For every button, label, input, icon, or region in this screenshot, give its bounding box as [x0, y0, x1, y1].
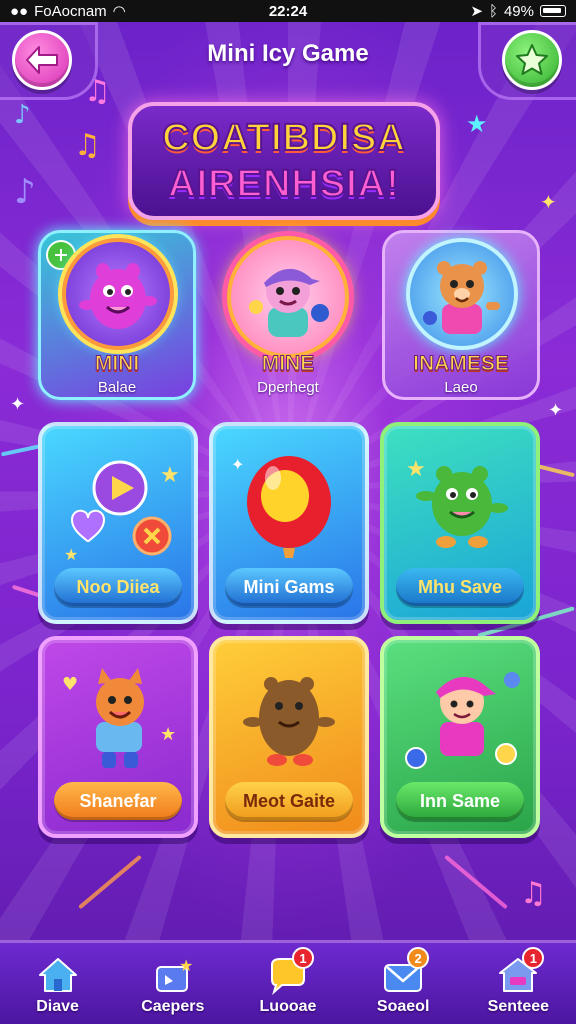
svg-text:★: ★	[406, 457, 426, 482]
balloon-icon: ✦	[231, 455, 331, 558]
character-subtitle: Dperhegt	[257, 379, 319, 396]
carrier-name: FoAocnam	[34, 2, 107, 20]
sparkle-icon: ★	[466, 110, 488, 138]
page-title: Mini Icy Game	[207, 40, 369, 67]
game-tile-label: Shanefar	[54, 782, 182, 820]
nav-item-caepers[interactable]: ★ Caepers	[118, 955, 228, 1016]
nav-item-senteee[interactable]: 1 Senteee	[463, 947, 573, 1016]
nav-label: Senteee	[487, 998, 550, 1015]
game-tile-mini-gams[interactable]: ✦ Mini Gams	[209, 422, 369, 624]
pink-monster-icon	[79, 263, 157, 329]
game-tile-mhu-save[interactable]: ★ Mhu Save	[380, 422, 540, 624]
mail-icon: 2	[381, 947, 430, 995]
nav-item-luooae[interactable]: 1 Luooae	[233, 947, 343, 1016]
music-note-icon: ♫	[84, 74, 111, 109]
wifi-icon: ◠	[112, 3, 126, 20]
game-tile-label: Mini Gams	[225, 568, 353, 606]
home-icon	[36, 955, 80, 995]
girl-with-hat-icon	[405, 672, 520, 769]
battery-percent: 49%	[503, 2, 534, 20]
nav-label: Soaeol	[376, 998, 430, 1015]
svg-text:★: ★	[160, 724, 176, 745]
character-name: MINI	[94, 352, 140, 376]
nav-label: Luooae	[259, 998, 317, 1015]
play-bubbles-icon: ★ ★	[64, 460, 180, 564]
gift-icon: ★	[151, 955, 195, 995]
bluetooth-icon: ᛒ	[488, 2, 498, 20]
notification-badge: 2	[407, 947, 430, 969]
game-tile-shanefar[interactable]: ♥ ★ Shanefar	[38, 636, 198, 838]
logo-line-2: AIRENHSIA!	[167, 162, 400, 206]
game-tile-noo-diiea[interactable]: ★ ★ Noo Diiea	[38, 422, 198, 624]
shop-icon: 1	[496, 947, 545, 995]
sparkle-icon: ✦	[540, 190, 557, 214]
character-subtitle: Laeo	[444, 379, 478, 396]
status-bar: ●● FoAocnam ◠ 22:24 ➤ ᛒ 49%	[0, 0, 576, 22]
nav-item-diave[interactable]: Diave	[3, 955, 113, 1016]
game-tile-inn-same[interactable]: Inn Same	[380, 636, 540, 838]
location-icon: ➤	[470, 3, 483, 20]
kid-with-cap-icon	[249, 268, 329, 337]
sparkle-icon: ✦	[548, 400, 564, 421]
character-card-mini[interactable]: MINI Balae	[38, 230, 196, 406]
svg-text:★: ★	[64, 545, 78, 564]
character-avatar	[227, 236, 349, 358]
sparkle-icon: ✦	[10, 394, 26, 415]
logo-line-1: COATIBDISA	[161, 116, 406, 160]
character-card-inamese[interactable]: INAMESE Laeo	[382, 230, 540, 406]
svg-text:✦: ✦	[231, 455, 244, 474]
character-avatar	[62, 238, 174, 350]
clock: 22:24	[268, 2, 308, 20]
chat-icon: 1	[266, 947, 314, 995]
signal-icon: ●●	[10, 2, 29, 20]
character-name: INAMESE	[413, 352, 510, 376]
nav-item-soaeol[interactable]: 2 Soaeol	[348, 947, 458, 1016]
battery-icon	[540, 5, 566, 17]
brown-bear-icon	[243, 677, 335, 766]
character-card-mine[interactable]: MINE Dperhegt	[209, 230, 367, 406]
game-tile-label: Mhu Save	[396, 568, 524, 606]
character-name: MINE	[261, 352, 315, 376]
music-note-icon: ♪	[14, 100, 31, 130]
green-monster-icon: ★	[406, 457, 508, 548]
character-subtitle: Balae	[97, 379, 137, 396]
notification-badge: 1	[291, 947, 314, 969]
game-tile-label: Meot Gaite	[225, 782, 353, 820]
game-tile-label: Noo Diiea	[54, 568, 182, 606]
music-note-icon: ♪	[14, 172, 36, 212]
svg-text:♥: ♥	[62, 674, 78, 695]
svg-text:★: ★	[160, 463, 180, 488]
notification-badge: 1	[522, 947, 545, 969]
bear-kid-icon	[423, 261, 500, 334]
nav-label: Caepers	[141, 998, 205, 1015]
music-note-icon: ♫	[520, 876, 547, 911]
game-tile-label: Inn Same	[396, 782, 524, 820]
svg-text:★: ★	[179, 956, 193, 975]
fox-kid-icon: ♥ ★	[62, 668, 176, 768]
music-note-icon: ♫	[74, 128, 101, 163]
game-tile-meot-gaite[interactable]: Meot Gaite	[209, 636, 369, 838]
nav-label: Diave	[36, 998, 79, 1015]
game-logo: COATIBDISA AIRENHSIA!	[128, 102, 440, 220]
bottom-navigation: Diave ★ Caepers 1 Luooae 2 Soaeol 1 Sent…	[0, 940, 576, 1024]
character-avatar	[406, 238, 518, 350]
